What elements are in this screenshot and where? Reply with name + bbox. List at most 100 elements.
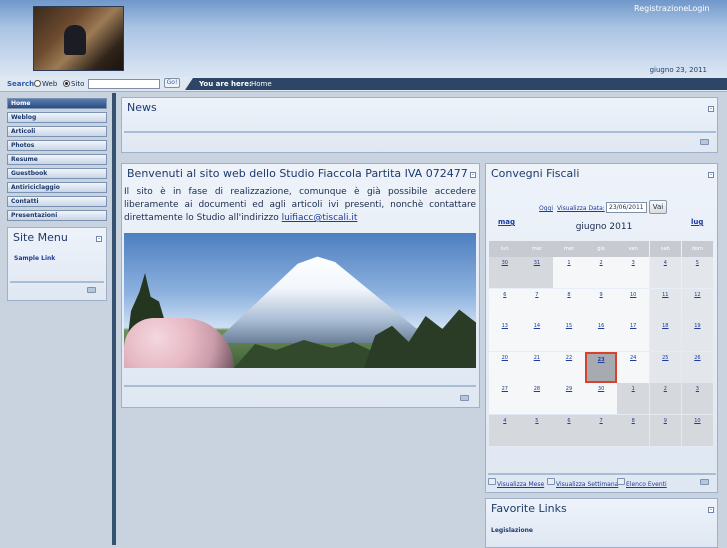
calendar-day-link[interactable]: 23: [598, 357, 605, 363]
calendar-day-link[interactable]: 7: [535, 292, 538, 298]
radio-site[interactable]: [63, 80, 70, 87]
legislazione-link[interactable]: Legislazione: [491, 527, 533, 534]
calendar-day-cell[interactable]: 20: [489, 351, 521, 383]
search-go-button[interactable]: Go!: [164, 78, 180, 88]
calendar-day-cell[interactable]: 5: [521, 414, 553, 446]
calendar-day-link[interactable]: 30: [502, 260, 508, 266]
search-input[interactable]: [88, 79, 160, 89]
calendar-day-cell[interactable]: 8: [617, 414, 649, 446]
calendar-day-link[interactable]: 7: [600, 418, 603, 424]
calendar-day-cell[interactable]: 14: [521, 320, 553, 351]
calendar-day-link[interactable]: 9: [600, 292, 603, 298]
sidebar-item-resume[interactable]: Resume: [7, 154, 107, 165]
calendar-day-cell[interactable]: 15: [553, 320, 585, 351]
calendar-day-link[interactable]: 31: [534, 260, 540, 266]
print-icon[interactable]: [700, 479, 709, 485]
week-view-link[interactable]: Visualizza Settimana: [556, 481, 618, 488]
print-icon[interactable]: [87, 287, 96, 293]
calendar-day-cell[interactable]: 4: [489, 414, 521, 446]
calendar-day-link[interactable]: 27: [502, 386, 508, 392]
calendar-day-cell[interactable]: 7: [521, 288, 553, 320]
calendar-day-link[interactable]: 17: [630, 323, 636, 329]
go-button[interactable]: Vai: [649, 200, 667, 214]
calendar-day-cell[interactable]: 1: [617, 383, 649, 414]
print-icon[interactable]: [460, 395, 469, 401]
calendar-day-cell[interactable]: 13: [489, 320, 521, 351]
calendar-day-cell[interactable]: 2: [585, 257, 617, 288]
minimize-icon[interactable]: –: [96, 236, 102, 242]
calendar-day-link[interactable]: 4: [503, 418, 506, 424]
calendar-day-cell[interactable]: 6: [553, 414, 585, 446]
email-link[interactable]: luifiacc@tiscali.it: [282, 213, 358, 223]
calendar-day-cell[interactable]: 10: [617, 288, 649, 320]
today-link[interactable]: Oggi: [539, 205, 553, 212]
calendar-day-cell[interactable]: 28: [521, 383, 553, 414]
calendar-day-link[interactable]: 24: [630, 355, 636, 361]
sidebar-item-antiriciclaggio[interactable]: Antiriciclaggio: [7, 182, 107, 193]
calendar-day-link[interactable]: 2: [600, 260, 603, 266]
calendar-day-cell[interactable]: 8: [553, 288, 585, 320]
calendar-day-cell[interactable]: 3: [617, 257, 649, 288]
calendar-today-cell[interactable]: 23: [585, 351, 617, 383]
minimize-icon[interactable]: –: [708, 106, 714, 112]
calendar-day-cell[interactable]: 16: [585, 320, 617, 351]
calendar-day-link[interactable]: 3: [696, 386, 699, 392]
calendar-day-cell[interactable]: 29: [553, 383, 585, 414]
calendar-day-link[interactable]: 18: [662, 323, 668, 329]
calendar-day-link[interactable]: 29: [566, 386, 572, 392]
calendar-day-cell[interactable]: 9: [585, 288, 617, 320]
calendar-day-link[interactable]: 26: [694, 355, 700, 361]
date-input[interactable]: 23/06/2011: [606, 202, 647, 213]
calendar-day-cell[interactable]: 10: [681, 414, 714, 446]
calendar-day-cell[interactable]: 3: [681, 383, 714, 414]
sidebar-item-contatti[interactable]: Contatti: [7, 196, 107, 207]
calendar-day-link[interactable]: 6: [567, 418, 570, 424]
calendar-day-link[interactable]: 8: [632, 418, 635, 424]
calendar-day-link[interactable]: 5: [535, 418, 538, 424]
calendar-day-cell[interactable]: 18: [649, 320, 682, 351]
calendar-day-link[interactable]: 9: [664, 418, 667, 424]
calendar-day-link[interactable]: 3: [632, 260, 635, 266]
calendar-day-link[interactable]: 22: [566, 355, 572, 361]
calendar-day-link[interactable]: 6: [503, 292, 506, 298]
radio-web[interactable]: [34, 80, 41, 87]
calendar-day-link[interactable]: 2: [664, 386, 667, 392]
sidebar-item-home[interactable]: Home: [7, 98, 107, 109]
calendar-day-link[interactable]: 5: [696, 260, 699, 266]
calendar-day-cell[interactable]: 24: [617, 351, 649, 383]
calendar-day-link[interactable]: 11: [662, 292, 668, 298]
calendar-day-link[interactable]: 19: [694, 323, 700, 329]
login-link[interactable]: Login: [688, 4, 710, 13]
sidebar-item-photos[interactable]: Photos: [7, 140, 107, 151]
calendar-day-link[interactable]: 25: [662, 355, 668, 361]
calendar-day-link[interactable]: 1: [567, 260, 570, 266]
prev-month-link[interactable]: mag: [498, 218, 515, 226]
event-list-link[interactable]: Elenco Eventi: [626, 481, 667, 488]
calendar-day-link[interactable]: 21: [534, 355, 540, 361]
calendar-day-cell[interactable]: 30: [489, 257, 521, 288]
calendar-day-cell[interactable]: 9: [649, 414, 682, 446]
calendar-day-cell[interactable]: 30: [585, 383, 617, 414]
sidebar-item-guestbook[interactable]: Guestbook: [7, 168, 107, 179]
sidebar-item-articoli[interactable]: Articoli: [7, 126, 107, 137]
calendar-day-link[interactable]: 12: [694, 292, 700, 298]
calendar-day-link[interactable]: 16: [598, 323, 604, 329]
calendar-day-cell[interactable]: 5: [681, 257, 714, 288]
next-month-link[interactable]: lug: [691, 218, 703, 226]
calendar-day-cell[interactable]: 12: [681, 288, 714, 320]
calendar-day-cell[interactable]: 1: [553, 257, 585, 288]
calendar-day-link[interactable]: 10: [694, 418, 700, 424]
print-icon[interactable]: [700, 139, 709, 145]
calendar-day-link[interactable]: 30: [598, 386, 604, 392]
month-view-link[interactable]: Visualizza Mese: [497, 481, 544, 488]
calendar-day-cell[interactable]: 2: [649, 383, 682, 414]
calendar-day-cell[interactable]: 7: [585, 414, 617, 446]
minimize-icon[interactable]: –: [708, 507, 714, 513]
calendar-day-cell[interactable]: 6: [489, 288, 521, 320]
calendar-day-link[interactable]: 28: [534, 386, 540, 392]
calendar-day-link[interactable]: 14: [534, 323, 540, 329]
calendar-day-link[interactable]: 10: [630, 292, 636, 298]
calendar-day-cell[interactable]: 11: [649, 288, 682, 320]
calendar-day-cell[interactable]: 25: [649, 351, 682, 383]
sidebar-item-presentazioni[interactable]: Presentazioni: [7, 210, 107, 221]
